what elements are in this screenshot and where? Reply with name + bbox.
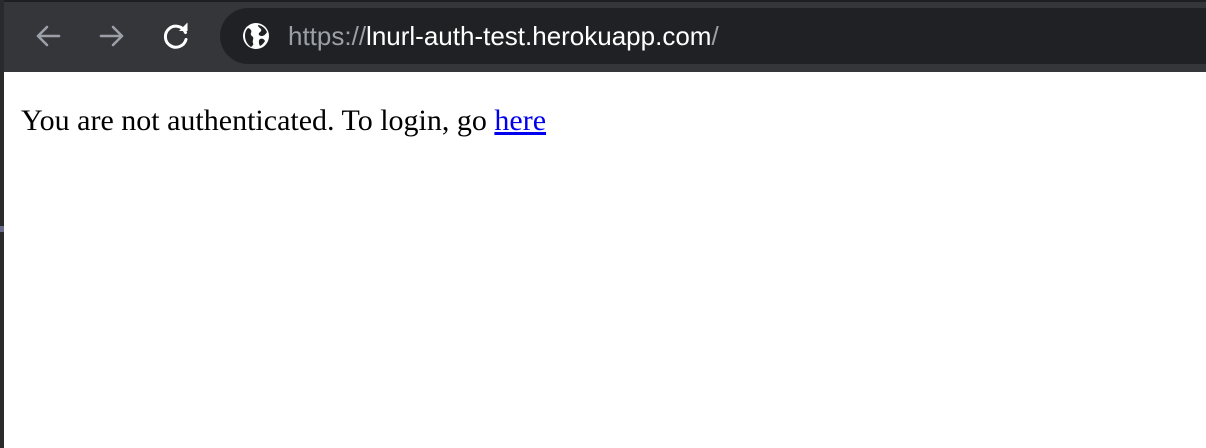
address-bar[interactable]: https://lnurl-auth-test.herokuapp.com/: [220, 8, 1206, 64]
forward-button[interactable]: [92, 16, 132, 56]
arrow-right-icon: [99, 25, 124, 47]
back-button[interactable]: [28, 16, 68, 56]
reload-button[interactable]: [156, 16, 196, 56]
browser-window: https://lnurl-auth-test.herokuapp.com/ Y…: [0, 0, 1206, 448]
url-text[interactable]: https://lnurl-auth-test.herokuapp.com/: [288, 20, 719, 52]
reload-icon: [163, 22, 188, 49]
auth-status-message: You are not authenticated. To login, go …: [21, 102, 546, 140]
browser-toolbar: https://lnurl-auth-test.herokuapp.com/: [4, 0, 1206, 72]
url-scheme: https://: [288, 21, 367, 51]
globe-icon[interactable]: [242, 22, 270, 50]
arrow-left-icon: [36, 25, 61, 47]
url-path: /: [711, 21, 719, 51]
page-content: You are not authenticated. To login, go …: [4, 72, 1206, 448]
url-host: lnurl-auth-test.herokuapp.com: [366, 21, 712, 51]
auth-status-text: You are not authenticated. To login, go: [21, 104, 495, 137]
login-link[interactable]: here: [494, 104, 546, 137]
